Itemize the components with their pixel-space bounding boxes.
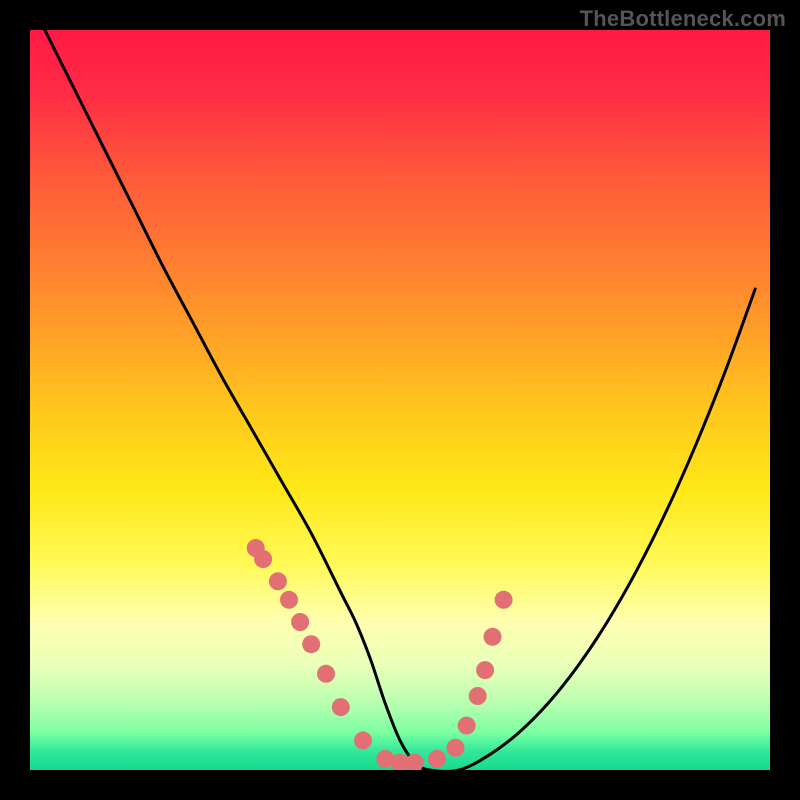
marker-dot <box>317 665 335 683</box>
plot-area <box>30 30 770 770</box>
marker-dot <box>476 661 494 679</box>
marker-dot <box>280 591 298 609</box>
chart-svg <box>30 30 770 770</box>
marker-dot <box>469 687 487 705</box>
marker-dot <box>428 750 446 768</box>
marker-dot <box>291 613 309 631</box>
marker-dot <box>332 698 350 716</box>
marker-dot <box>254 550 272 568</box>
marker-dot <box>354 731 372 749</box>
marker-dot <box>269 572 287 590</box>
marker-dot <box>458 717 476 735</box>
watermark-text: TheBottleneck.com <box>580 6 786 32</box>
gradient-background <box>30 30 770 770</box>
chart-container: TheBottleneck.com <box>0 0 800 800</box>
marker-dot <box>495 591 513 609</box>
marker-dot <box>302 635 320 653</box>
marker-dot <box>447 739 465 757</box>
marker-dot <box>484 628 502 646</box>
